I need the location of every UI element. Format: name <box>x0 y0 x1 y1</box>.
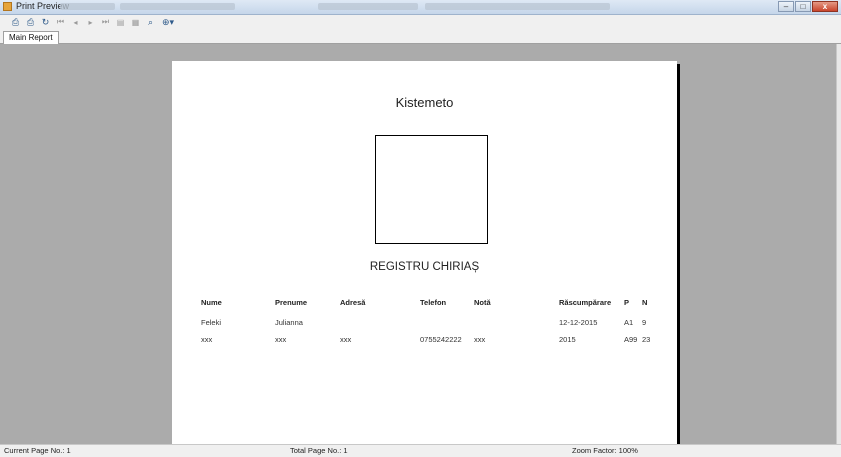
refresh-icon[interactable]: ↻ <box>40 17 51 28</box>
zoom-icon[interactable]: ⊕▾ <box>160 17 176 28</box>
first-page-icon[interactable]: ⏮ <box>55 17 66 28</box>
maximize-button[interactable]: □ <box>795 1 811 12</box>
column-header-nota: Notă <box>474 298 491 307</box>
report-title: Kistemeto <box>395 95 454 110</box>
table-cell: 9 <box>642 318 647 327</box>
table-cell: A1 <box>624 318 634 327</box>
table-cell: xxx <box>340 335 352 344</box>
search-icon[interactable]: ⌕ <box>145 17 156 28</box>
table-cell: 23 <box>642 335 651 344</box>
blurred-title-text <box>425 3 610 10</box>
column-header-p: P <box>624 298 630 307</box>
next-page-icon[interactable]: ▸ <box>85 17 96 28</box>
column-header-nume: Nume <box>201 298 222 307</box>
toolbar: ⎙ ⎙ ↻ ⏮ ◂ ▸ ⏭ ▤ ▦ ⌕ ⊕▾ <box>0 15 841 29</box>
column-header-telefon: Telefon <box>420 298 447 307</box>
vertical-scrollbar[interactable] <box>836 44 841 444</box>
logo-placeholder <box>375 135 488 244</box>
table-cell: Feleki <box>201 318 222 327</box>
column-header-adresa: Adresă <box>340 298 366 307</box>
print-setup-icon[interactable]: ⎙ <box>10 17 21 28</box>
report-subtitle: REGISTRU CHIRIAȘ <box>369 261 480 273</box>
print-icon[interactable]: ⎙ <box>25 17 36 28</box>
table-cell: 0755242222 <box>420 335 462 344</box>
table-cell: 12-12-2015 <box>559 318 598 327</box>
total-pages-status: Total Page No.: 1 <box>290 446 348 455</box>
table-cell: xxx <box>201 335 213 344</box>
report-page: Kistemeto REGISTRU CHIRIAȘ Nume Prenume … <box>172 61 677 444</box>
table-cell: xxx <box>275 335 287 344</box>
current-page-status: Current Page No.: 1 <box>4 446 71 455</box>
blurred-title-text <box>60 3 115 10</box>
zoom-factor-status: Zoom Factor: 100% <box>572 446 638 455</box>
column-header-n: N <box>642 298 648 307</box>
title-bar: Print Preview – □ x <box>0 0 841 15</box>
export-icon[interactable]: ▤ <box>115 17 126 28</box>
prev-page-icon[interactable]: ◂ <box>70 17 81 28</box>
column-header-rascumparare: Răscumpărare <box>559 298 612 307</box>
minimize-button[interactable]: – <box>778 1 794 12</box>
table-cell: 2015 <box>559 335 576 344</box>
blurred-title-text <box>318 3 418 10</box>
status-bar: Current Page No.: 1 Total Page No.: 1 Zo… <box>0 444 841 457</box>
table-cell: A99 <box>624 335 638 344</box>
tab-main-report[interactable]: Main Report <box>3 31 59 45</box>
tab-strip: Main Report <box>0 29 841 45</box>
group-tree-icon[interactable]: ▦ <box>130 17 141 28</box>
blurred-title-text <box>120 3 235 10</box>
table-cell: xxx <box>474 335 486 344</box>
close-button[interactable]: x <box>812 1 838 12</box>
app-icon <box>3 2 12 11</box>
column-header-prenume: Prenume <box>275 298 308 307</box>
table-cell: Julianna <box>275 318 303 327</box>
last-page-icon[interactable]: ⏭ <box>100 17 111 28</box>
